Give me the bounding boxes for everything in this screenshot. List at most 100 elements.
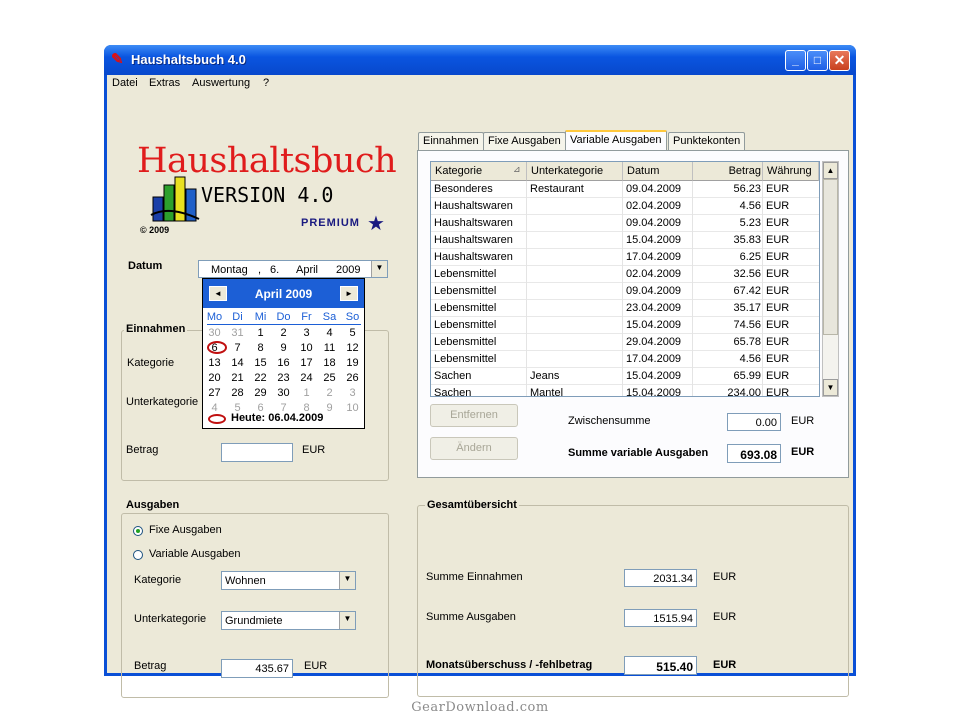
scroll-down-button[interactable]: ▼ [823,379,838,396]
calendar-day[interactable]: 22 [249,372,272,384]
calendar-day[interactable]: 21 [226,372,249,384]
table-row[interactable]: Lebensmittel 17.04.2009 4.56 EUR [431,351,819,368]
radio-variable-ausgaben[interactable] [133,550,143,560]
calendar-day[interactable]: 1 [249,327,272,339]
table-row[interactable]: Sachen Jeans 15.04.2009 65.99 EUR [431,368,819,385]
calendar-next-button[interactable]: ► [340,286,358,301]
aendern-button[interactable]: Ändern [430,437,518,460]
calendar-day[interactable]: 20 [203,372,226,384]
col-header-unterkategorie[interactable]: Unterkategorie [527,162,623,181]
table-row[interactable]: Lebensmittel 23.04.2009 35.17 EUR [431,300,819,317]
calendar-day[interactable]: 4 [318,327,341,339]
table-row[interactable]: Lebensmittel 29.04.2009 65.78 EUR [431,334,819,351]
calendar-day[interactable]: 11 [318,342,341,354]
einnahmen-betrag-label: Betrag [126,444,159,456]
calendar-day[interactable]: 8 [249,342,272,354]
table-cell: Sachen [434,387,472,397]
maximize-button[interactable]: □ [807,50,828,71]
calendar-day[interactable]: 10 [295,342,318,354]
scroll-thumb[interactable] [823,179,838,335]
tab-punktekonten[interactable]: Punktekonten [668,132,746,150]
calendar-day[interactable]: 27 [203,387,226,399]
chevron-down-icon[interactable]: ▼ [371,261,387,277]
date-picker[interactable]: Montag , 6. April 2009 ▼ [198,260,388,278]
table-row[interactable]: Haushaltswaren 17.04.2009 6.25 EUR [431,249,819,266]
col-header-datum[interactable]: Datum [623,162,693,181]
calendar-day[interactable]: 4 [203,402,226,414]
calendar-day[interactable]: 14 [226,357,249,369]
minimize-button[interactable]: _ [785,50,806,71]
close-button[interactable]: ✕ [829,50,850,71]
tab-einnahmen[interactable]: Einnahmen [418,132,484,150]
menu-help[interactable]: ? [263,77,269,89]
chevron-down-icon[interactable]: ▼ [339,612,355,629]
calendar-day[interactable]: 2 [318,387,341,399]
menu-datei[interactable]: Datei [112,77,138,89]
calendar-day[interactable]: 16 [272,357,295,369]
tab-fixe-ausgaben[interactable]: Fixe Ausgaben [483,132,566,150]
col-header-kategorie[interactable]: Kategorie ⊿ [431,162,527,181]
col-header-betrag[interactable]: Betrag [693,162,763,181]
calendar-day[interactable]: 30 [272,387,295,399]
table-row[interactable]: Besonderes Restaurant 09.04.2009 56.23 EUR [431,181,819,198]
calendar-day[interactable]: 25 [318,372,341,384]
calendar-day[interactable]: 1 [295,387,318,399]
expense-list[interactable]: Kategorie ⊿ Unterkategorie Datum Betrag … [430,161,820,397]
calendar-day[interactable]: 29 [249,387,272,399]
calendar-day[interactable]: 7 [226,342,249,354]
calendar-day[interactable]: 30 [203,327,226,339]
calendar-day[interactable]: 19 [341,357,364,369]
title-bar[interactable]: ✎ Haushaltsbuch 4.0 _ □ ✕ [104,45,856,75]
calendar-day[interactable]: 10 [341,402,364,414]
calendar-day[interactable]: 13 [203,357,226,369]
date-year: 2009 [336,264,361,276]
calendar-day[interactable]: 31 [226,327,249,339]
table-row[interactable]: Haushaltswaren 09.04.2009 5.23 EUR [431,215,819,232]
table-cell: 5.23 [739,217,761,229]
table-row[interactable]: Lebensmittel 02.04.2009 32.56 EUR [431,266,819,283]
ausgaben-betrag-input[interactable]: 435.67 [221,659,293,678]
calendar-today-link[interactable]: Heute: 06.04.2009 [231,412,323,424]
table-cell: 23.04.2009 [626,302,682,314]
table-cell: 15.04.2009 [626,319,682,331]
calendar-day[interactable]: 12 [341,342,364,354]
calendar-day[interactable]: 28 [226,387,249,399]
menu-auswertung[interactable]: Auswertung [192,77,250,89]
radio-fixe-label[interactable]: Fixe Ausgaben [149,524,222,536]
calendar-day[interactable]: 15 [249,357,272,369]
table-cell: EUR [766,319,790,331]
table-row[interactable]: Haushaltswaren 02.04.2009 4.56 EUR [431,198,819,215]
tab-variable-ausgaben[interactable]: Variable Ausgaben [565,130,667,151]
calendar-day[interactable]: 17 [295,357,318,369]
menu-extras[interactable]: Extras [149,77,180,89]
calendar-day[interactable]: 24 [295,372,318,384]
calendar-day[interactable]: 5 [341,327,364,339]
ausgaben-kategorie-select[interactable]: Wohnen ▼ [221,571,356,590]
table-row[interactable]: Lebensmittel 15.04.2009 74.56 EUR [431,317,819,334]
einnahmen-betrag-input[interactable] [221,443,293,462]
list-scrollbar[interactable]: ▲ ▼ [822,161,839,397]
calendar-day[interactable]: 3 [341,387,364,399]
calendar-day[interactable]: 26 [341,372,364,384]
table-row[interactable]: Haushaltswaren 15.04.2009 35.83 EUR [431,232,819,249]
table-cell: 17.04.2009 [626,251,682,263]
table-row[interactable]: Lebensmittel 09.04.2009 67.42 EUR [431,283,819,300]
summe-einnahmen-currency: EUR [713,571,737,583]
ausgaben-unterkategorie-select[interactable]: Grundmiete ▼ [221,611,356,630]
table-row[interactable]: Sachen Mantel 15.04.2009 234.00 EUR [431,385,819,397]
calendar-day[interactable]: 2 [272,327,295,339]
chevron-down-icon[interactable]: ▼ [339,572,355,589]
calendar-day[interactable]: 18 [318,357,341,369]
table-cell: 35.17 [733,302,761,314]
col-header-waehrung[interactable]: Währung [763,162,819,181]
calendar-weekday: Mo [206,311,223,323]
calendar-day[interactable]: 23 [272,372,295,384]
radio-fixe-ausgaben[interactable] [133,526,143,536]
calendar-prev-button[interactable]: ◄ [209,286,227,301]
entfernen-button[interactable]: Entfernen [430,404,518,427]
scroll-up-button[interactable]: ▲ [823,162,838,179]
calendar-day[interactable]: 3 [295,327,318,339]
radio-variable-label[interactable]: Variable Ausgaben [149,548,241,560]
table-cell: Jeans [530,370,560,382]
calendar-day[interactable]: 9 [272,342,295,354]
